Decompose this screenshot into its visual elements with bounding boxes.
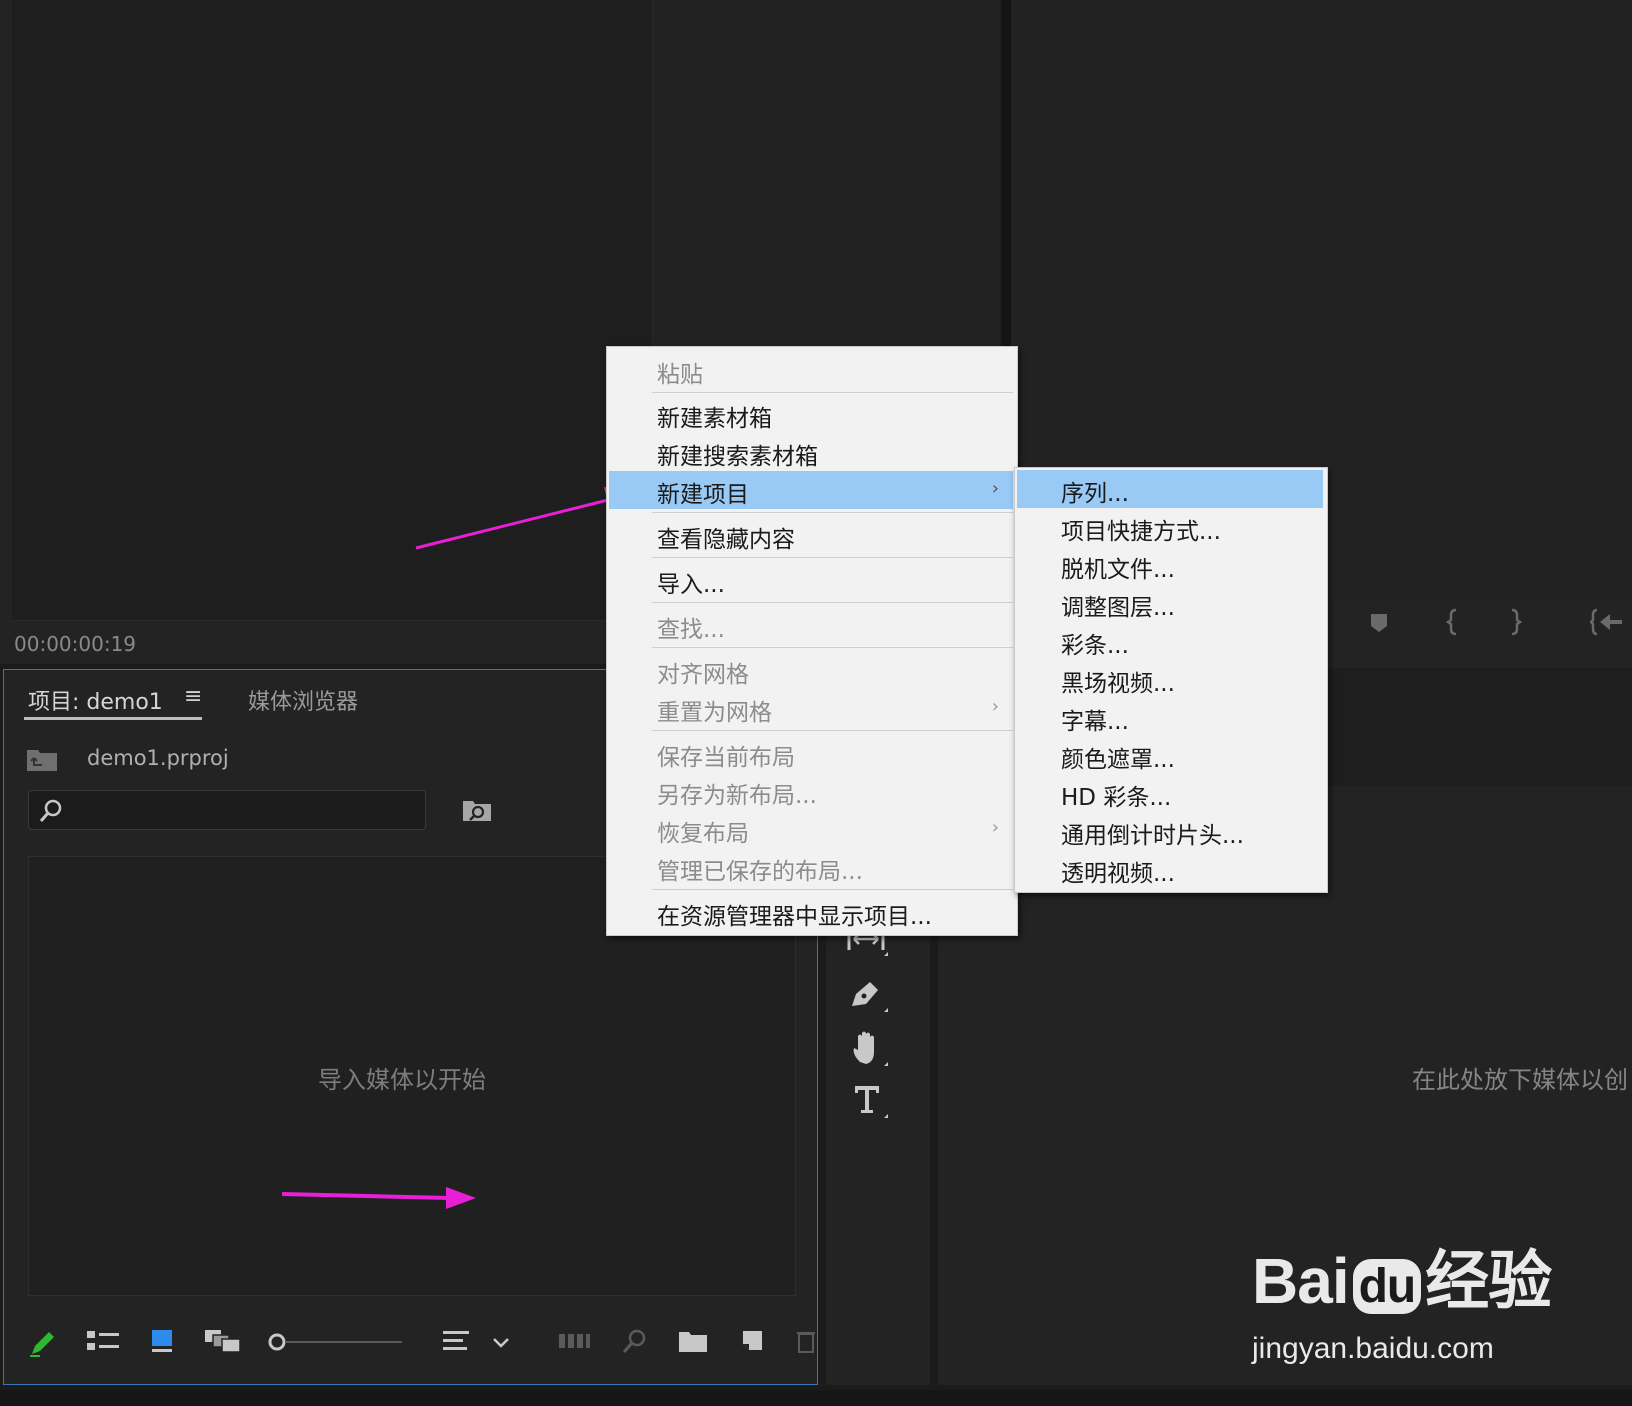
menu-separator	[652, 512, 1013, 513]
submenu-arrow-icon: ›	[991, 478, 999, 499]
menu-separator	[652, 557, 1013, 558]
submenu-item-offline-file[interactable]: 脱机文件...	[1061, 550, 1175, 584]
menu-separator	[652, 392, 1013, 393]
annotation-arrow	[281, 1187, 476, 1209]
menu-separator	[652, 602, 1013, 603]
menu-item-paste[interactable]: 粘贴	[657, 355, 703, 389]
submenu-item-color-matte[interactable]: 颜色遮罩...	[1061, 740, 1175, 774]
menu-item-save-layout[interactable]: 保存当前布局	[657, 738, 795, 772]
menu-item-reset-grid[interactable]: 重置为网格	[657, 693, 772, 727]
menu-item-import[interactable]: 导入...	[657, 565, 725, 599]
menu-separator	[652, 730, 1013, 731]
menu-item-reveal-in-explorer[interactable]: 在资源管理器中显示项目...	[657, 897, 932, 931]
submenu-item-transparent-video[interactable]: 透明视频...	[1061, 854, 1175, 888]
submenu-item-captions[interactable]: 字幕...	[1061, 702, 1129, 736]
menu-item-find[interactable]: 查找...	[657, 610, 725, 644]
menu-item-view-hidden[interactable]: 查看隐藏内容	[657, 520, 795, 554]
submenu-item-countdown-leader[interactable]: 通用倒计时片头...	[1061, 816, 1244, 850]
menu-item-new-item[interactable]: 新建项目	[657, 475, 749, 509]
submenu-item-black-video[interactable]: 黑场视频...	[1061, 664, 1175, 698]
menu-separator	[652, 647, 1013, 648]
annotation-arrow	[415, 487, 632, 550]
menu-item-save-as-layout[interactable]: 另存为新布局...	[657, 776, 817, 810]
menu-separator	[652, 889, 1013, 890]
watermark-site: jingyan.baidu.com	[1252, 1332, 1494, 1365]
menu-item-new-search-bin[interactable]: 新建搜索素材箱	[657, 437, 818, 471]
submenu-item-hd-bars[interactable]: HD 彩条...	[1061, 778, 1171, 812]
new-item-submenu: 序列... 项目快捷方式... 脱机文件... 调整图层... 彩条... 黑场…	[1014, 467, 1328, 893]
context-menu: 粘贴 新建素材箱 新建搜索素材箱 新建项目 › 查看隐藏内容 导入... 查找.…	[606, 346, 1018, 936]
submenu-item-project-shortcut[interactable]: 项目快捷方式...	[1061, 512, 1221, 546]
menu-item-align-grid[interactable]: 对齐网格	[657, 655, 749, 689]
submenu-item-sequence[interactable]: 序列...	[1061, 474, 1129, 508]
submenu-arrow-icon: ›	[991, 817, 999, 838]
menu-item-manage-layouts[interactable]: 管理已保存的布局...	[657, 852, 863, 886]
baidu-logo-watermark: Bai du 经验	[1252, 1245, 1552, 1317]
submenu-item-adjustment-layer[interactable]: 调整图层...	[1061, 588, 1175, 622]
menu-item-restore-layout[interactable]: 恢复布局	[657, 814, 749, 848]
submenu-item-bars-and-tone[interactable]: 彩条...	[1061, 626, 1129, 660]
menu-item-new-bin[interactable]: 新建素材箱	[657, 399, 772, 433]
submenu-arrow-icon: ›	[991, 696, 999, 717]
